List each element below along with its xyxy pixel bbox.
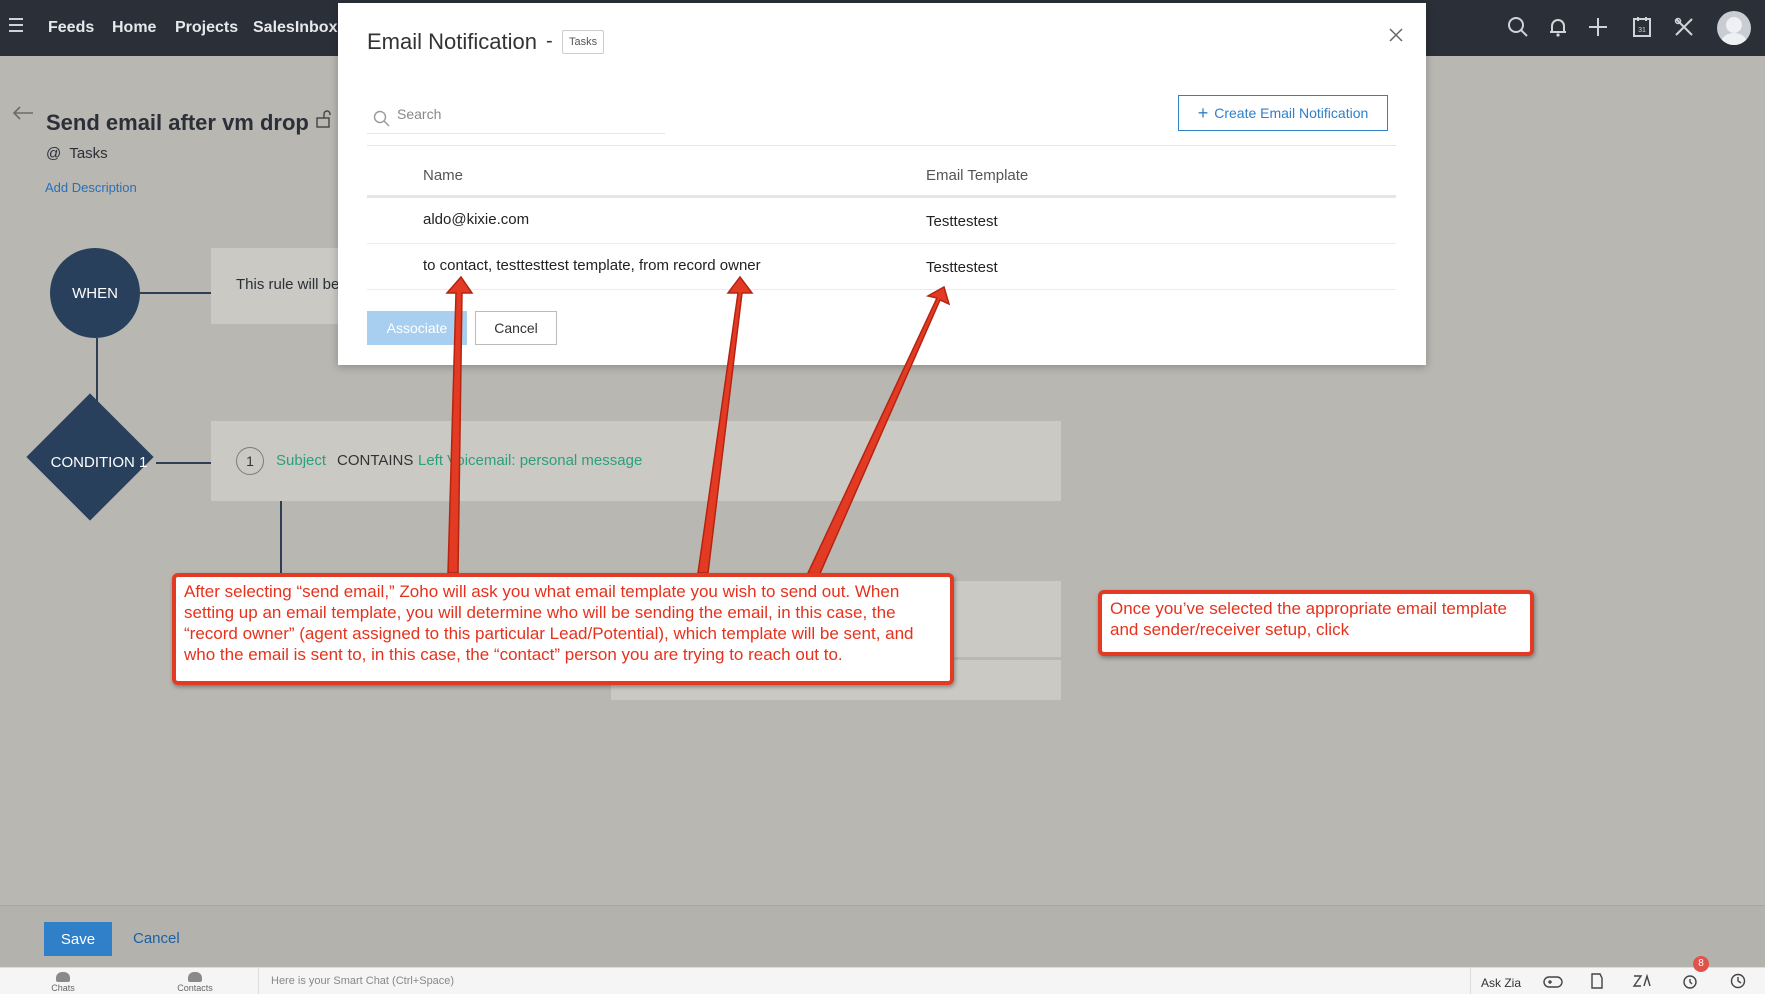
annotation-note-left: After selecting “send email,” Zoho will …: [172, 573, 954, 685]
nav-projects[interactable]: Projects: [175, 19, 238, 37]
create-button-label: Create Email Notification: [1214, 105, 1369, 121]
notification-badge: 8: [1693, 956, 1709, 972]
modal-title-separator: -: [546, 30, 553, 52]
when-label: WHEN: [72, 284, 118, 302]
module-prefix: @: [46, 145, 62, 162]
alarm-icon[interactable]: [1680, 972, 1700, 990]
footer-bar: [0, 905, 1765, 967]
calendar-day: 31: [1638, 27, 1646, 34]
contacts-tab[interactable]: Contacts: [160, 968, 230, 994]
condition-field[interactable]: Subject: [276, 452, 326, 469]
row-2-template[interactable]: Testtestest: [926, 259, 998, 276]
search-icon: [373, 110, 390, 127]
connector-line: [156, 462, 212, 464]
search-icon[interactable]: [1506, 15, 1530, 39]
smart-chat-input[interactable]: Here is your Smart Chat (Ctrl+Space): [258, 968, 1468, 994]
contacts-icon: [188, 972, 202, 982]
row-divider: [367, 243, 1396, 244]
connector-line: [280, 501, 282, 581]
footer-cancel-link[interactable]: Cancel: [133, 930, 180, 947]
rule-module: @ Tasks: [46, 145, 108, 162]
back-arrow-icon[interactable]: [12, 106, 34, 120]
ask-zia-button[interactable]: Ask Zia: [1470, 968, 1550, 994]
calendar-icon[interactable]: 31: [1630, 15, 1654, 39]
chat-bubble-icon: [56, 972, 70, 982]
condition-operator: CONTAINS: [337, 452, 414, 469]
tools-icon[interactable]: [1672, 15, 1696, 39]
smart-chat-bar: Chats Contacts Here is your Smart Chat (…: [0, 967, 1765, 994]
connector-line: [140, 292, 212, 294]
row-1-name[interactable]: aldo@kixie.com: [423, 211, 529, 228]
create-email-notification-button[interactable]: + Create Email Notification: [1178, 95, 1388, 131]
email-notification-modal: Email Notification - Tasks + Create Emai…: [338, 3, 1426, 365]
row-2-name[interactable]: to contact, testtesttest template, from …: [423, 257, 761, 274]
note-icon[interactable]: [1587, 972, 1607, 990]
history-icon[interactable]: [1728, 972, 1748, 990]
bell-icon[interactable]: [1546, 15, 1570, 39]
nav-home[interactable]: Home: [112, 19, 156, 37]
search-input[interactable]: [397, 106, 657, 122]
plus-icon: +: [1197, 103, 1209, 123]
chats-tab[interactable]: Chats: [28, 968, 98, 994]
nav-feeds[interactable]: Feeds: [48, 19, 94, 37]
column-header-email-template[interactable]: Email Template: [926, 167, 1028, 184]
row-1-template[interactable]: Testtestest: [926, 213, 998, 230]
search-box: [367, 100, 665, 134]
when-rule-text: This rule will be: [236, 276, 340, 293]
condition-value[interactable]: Left Voicemail: personal message: [418, 452, 642, 469]
modal-cancel-button[interactable]: Cancel: [475, 311, 557, 345]
row-divider: [367, 289, 1396, 290]
module-tag: Tasks: [562, 30, 605, 54]
add-description-link[interactable]: Add Description: [45, 180, 137, 195]
associate-button[interactable]: Associate: [367, 311, 467, 345]
nav-salesinbox[interactable]: SalesInbox: [253, 19, 337, 37]
rule-title: Send email after vm drop: [46, 110, 309, 135]
zia-icon[interactable]: [1632, 972, 1652, 990]
table-header-divider: [367, 195, 1396, 198]
condition-number: 1: [236, 447, 264, 475]
user-avatar[interactable]: [1717, 11, 1751, 45]
hamburger-menu-icon[interactable]: [9, 18, 23, 32]
annotation-note-right: Once you’ve selected the appropriate ema…: [1098, 590, 1534, 656]
modal-title: Email Notification: [367, 29, 537, 54]
column-header-name[interactable]: Name: [423, 167, 463, 184]
contacts-label: Contacts: [177, 983, 213, 993]
save-button[interactable]: Save: [44, 922, 112, 956]
when-node: WHEN: [50, 248, 140, 338]
gamepad-icon[interactable]: [1543, 972, 1563, 990]
close-icon[interactable]: [1388, 27, 1404, 43]
divider: [367, 145, 1396, 146]
unlock-icon[interactable]: [316, 110, 332, 128]
plus-icon[interactable]: [1586, 15, 1610, 39]
chats-label: Chats: [51, 983, 75, 993]
module-name: Tasks: [69, 145, 108, 162]
condition-label: CONDITION 1: [50, 454, 148, 471]
